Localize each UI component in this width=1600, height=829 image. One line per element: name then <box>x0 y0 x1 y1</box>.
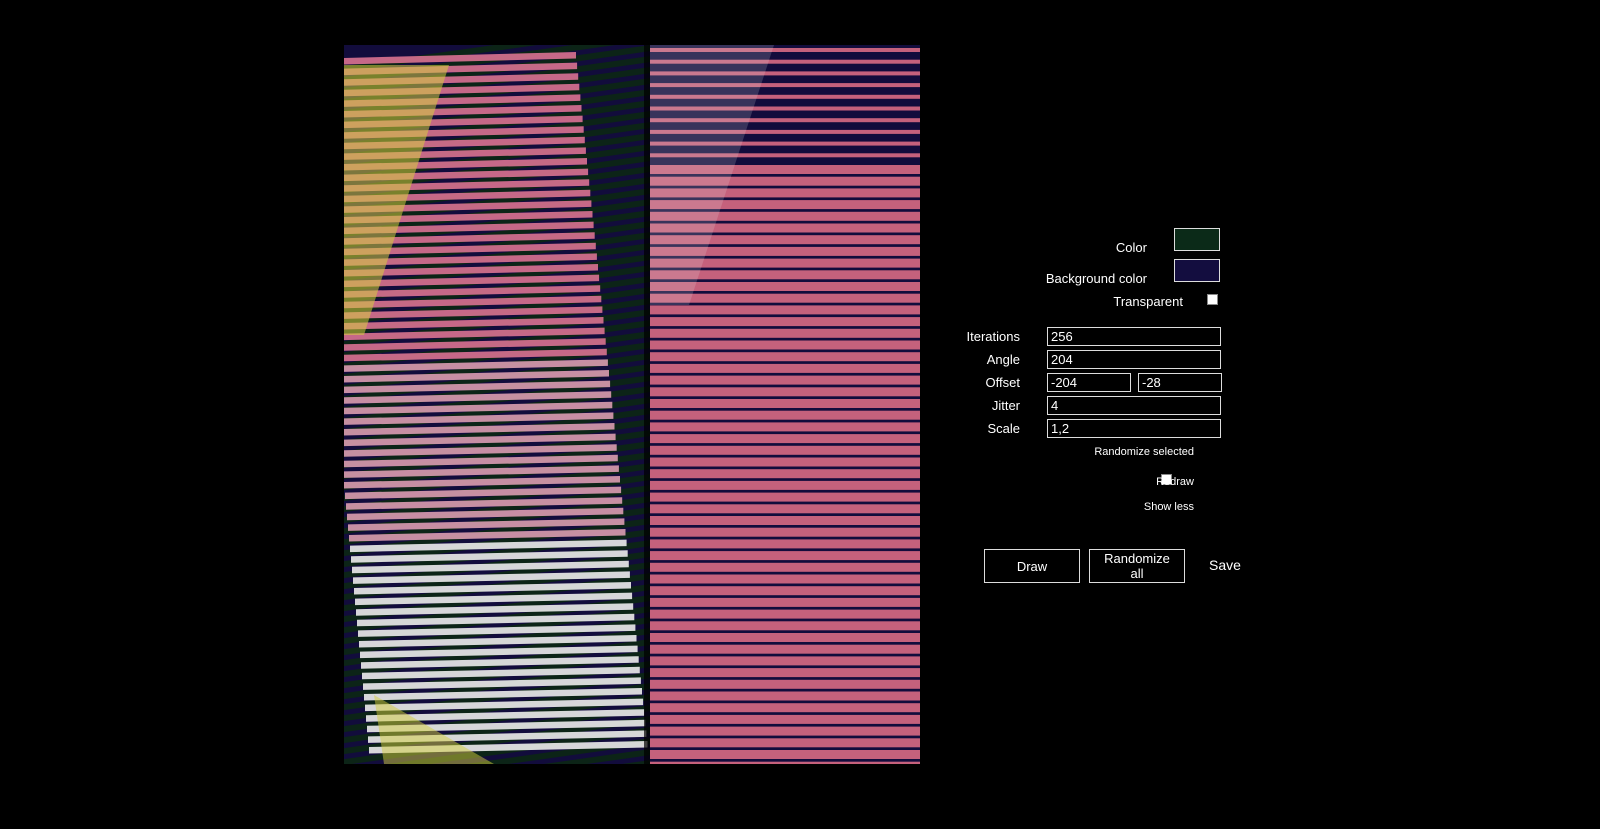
color-label: Color <box>1115 240 1147 255</box>
right-stripe <box>650 387 920 397</box>
iterations-input[interactable]: 256 <box>1047 327 1221 346</box>
right-stripe <box>650 761 920 764</box>
right-stripe <box>650 703 920 713</box>
right-stripe <box>650 317 920 327</box>
right-stripe <box>650 750 920 759</box>
jitter-input[interactable]: 4 <box>1047 396 1221 415</box>
right-stripe <box>650 352 920 362</box>
right-stripe <box>650 340 920 350</box>
right-stripe <box>650 597 920 607</box>
save-link[interactable]: Save <box>1209 557 1241 573</box>
right-stripe <box>650 434 920 444</box>
scale-input[interactable]: 1,2 <box>1047 419 1221 438</box>
right-stripe <box>650 527 920 537</box>
angle-input[interactable]: 204 <box>1047 350 1221 369</box>
background-color-label: Background color <box>1045 271 1147 286</box>
right-stripe <box>650 328 920 338</box>
right-stripe <box>650 504 920 514</box>
color-swatch[interactable] <box>1174 228 1220 251</box>
right-stripe <box>650 539 920 549</box>
draw-button[interactable]: Draw <box>984 549 1080 583</box>
right-stripe <box>650 691 920 701</box>
right-stripe <box>650 586 920 596</box>
jitter-label: Jitter <box>991 398 1020 413</box>
offset-y-input[interactable]: -28 <box>1138 373 1222 392</box>
right-stripe <box>650 633 920 642</box>
iterations-label: Iterations <box>966 329 1020 344</box>
right-stripe <box>650 679 920 689</box>
right-stripe <box>650 562 920 572</box>
right-stripe <box>650 492 920 502</box>
right-stripe <box>650 469 920 479</box>
right-stripe <box>650 714 920 724</box>
right-stripe <box>650 668 920 678</box>
redraw-label: Redraw <box>1156 476 1194 488</box>
transparent-label: Transparent <box>1113 294 1183 309</box>
right-stripe <box>650 399 920 408</box>
control-panel: Color Background color Transparent Itera… <box>967 0 1260 829</box>
right-stripe <box>650 445 920 455</box>
randomize-all-button[interactable]: Randomize all <box>1089 549 1185 583</box>
right-stripe <box>650 457 920 467</box>
angle-label: Angle <box>986 352 1020 367</box>
right-stripe <box>650 480 920 490</box>
offset-label: Offset <box>985 375 1020 390</box>
right-stripe <box>650 516 920 525</box>
right-stripe <box>650 621 920 631</box>
right-stripe <box>650 422 920 432</box>
right-stripe <box>650 363 920 373</box>
right-stripe <box>650 574 920 584</box>
randomize-selected-link[interactable]: Randomize selected <box>1094 446 1194 458</box>
right-stripe <box>650 609 920 619</box>
right-stripe <box>650 656 920 666</box>
show-less-link[interactable]: Show less <box>1144 501 1194 513</box>
transparent-checkbox[interactable] <box>1207 294 1218 305</box>
right-stripe <box>650 738 920 748</box>
right-stripe <box>650 551 920 561</box>
right-stripe <box>650 305 920 315</box>
scale-label: Scale <box>987 421 1020 436</box>
right-stripe <box>650 375 920 385</box>
right-stripe <box>650 410 920 420</box>
artwork-canvas <box>344 45 920 764</box>
right-stripe <box>650 644 920 654</box>
band-divider <box>644 45 650 764</box>
offset-x-input[interactable]: -204 <box>1047 373 1131 392</box>
background-color-swatch[interactable] <box>1174 259 1220 282</box>
right-stripe <box>650 726 920 736</box>
